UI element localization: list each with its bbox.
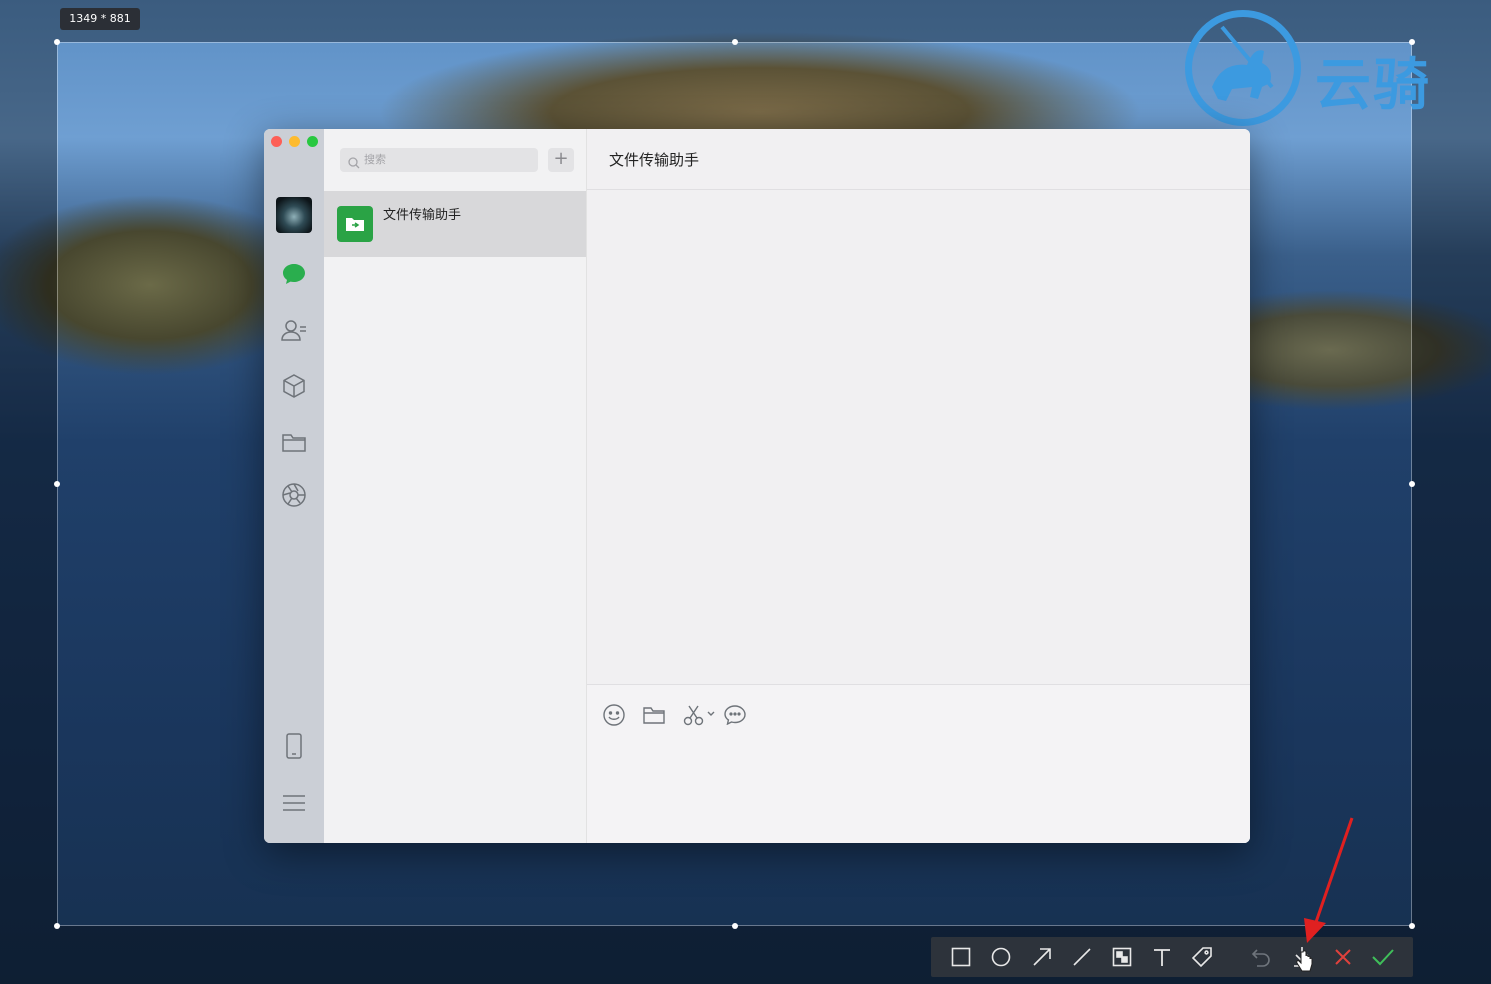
- ellipse-tool-icon[interactable]: [989, 945, 1013, 969]
- selection-handle-bm[interactable]: [732, 923, 738, 929]
- avatar[interactable]: [276, 197, 312, 233]
- chat-list-pane: 搜索 + 文件传输助手: [324, 129, 587, 843]
- emoji-icon[interactable]: [603, 704, 625, 726]
- mosaic-tool-icon[interactable]: [1110, 945, 1134, 969]
- hand-cursor-icon: [1296, 950, 1313, 972]
- dim-overlay-right: [1412, 42, 1491, 926]
- undo-icon[interactable]: [1249, 945, 1273, 969]
- wechat-window: 搜索 + 文件传输助手 文件传输助手: [264, 129, 1250, 843]
- mini-program-box-icon[interactable]: [280, 372, 308, 400]
- selection-size-label: 1349 * 881: [60, 8, 140, 30]
- chat-main-pane: 文件传输助手: [587, 129, 1250, 843]
- dim-overlay-left: [0, 42, 57, 926]
- arrow-tool-icon[interactable]: [1030, 945, 1054, 969]
- contacts-icon[interactable]: [280, 316, 308, 344]
- tag-tool-icon[interactable]: [1190, 945, 1214, 969]
- add-button[interactable]: +: [548, 148, 574, 172]
- search-placeholder: 搜索: [364, 153, 386, 166]
- phone-icon[interactable]: [280, 732, 308, 760]
- wechat-sidebar: [264, 129, 324, 843]
- scissors-screenshot-icon[interactable]: [683, 704, 717, 726]
- watermark-logo: 云骑: [1180, 5, 1491, 135]
- chat-history-icon[interactable]: [724, 704, 746, 726]
- selection-handle-tm[interactable]: [732, 39, 738, 45]
- file-transfer-icon: [337, 206, 373, 242]
- search-input[interactable]: 搜索: [340, 148, 538, 172]
- window-minimize-button[interactable]: [289, 136, 300, 147]
- pen-tool-icon[interactable]: [1070, 945, 1094, 969]
- red-pointer-arrow-icon: [1304, 817, 1354, 943]
- selection-handle-tl[interactable]: [54, 39, 60, 45]
- folder-icon[interactable]: [280, 428, 308, 456]
- confirm-check-icon[interactable]: [1371, 945, 1395, 969]
- cancel-close-icon[interactable]: [1331, 945, 1355, 969]
- message-input-area[interactable]: [587, 684, 1250, 843]
- page-title: 文件传输助手: [609, 151, 700, 169]
- moments-aperture-icon[interactable]: [280, 481, 308, 509]
- chat-name: 文件传输助手: [383, 208, 462, 223]
- window-close-button[interactable]: [271, 136, 282, 147]
- selection-handle-br[interactable]: [1409, 923, 1415, 929]
- selection-handle-ml[interactable]: [54, 481, 60, 487]
- chat-bubble-icon[interactable]: [280, 260, 308, 288]
- folder-icon[interactable]: [643, 704, 665, 726]
- selection-handle-mr[interactable]: [1409, 481, 1415, 487]
- watermark-text: 云骑: [1315, 53, 1431, 118]
- knight-logo-icon: [1185, 10, 1301, 126]
- chat-header: 文件传输助手: [587, 129, 1250, 190]
- text-tool-icon[interactable]: [1150, 945, 1174, 969]
- menu-icon[interactable]: [280, 789, 308, 817]
- search-icon: [348, 154, 360, 169]
- selection-handle-bl[interactable]: [54, 923, 60, 929]
- rectangle-tool-icon[interactable]: [949, 945, 973, 969]
- window-zoom-button[interactable]: [307, 136, 318, 147]
- list-item[interactable]: 文件传输助手: [324, 191, 586, 257]
